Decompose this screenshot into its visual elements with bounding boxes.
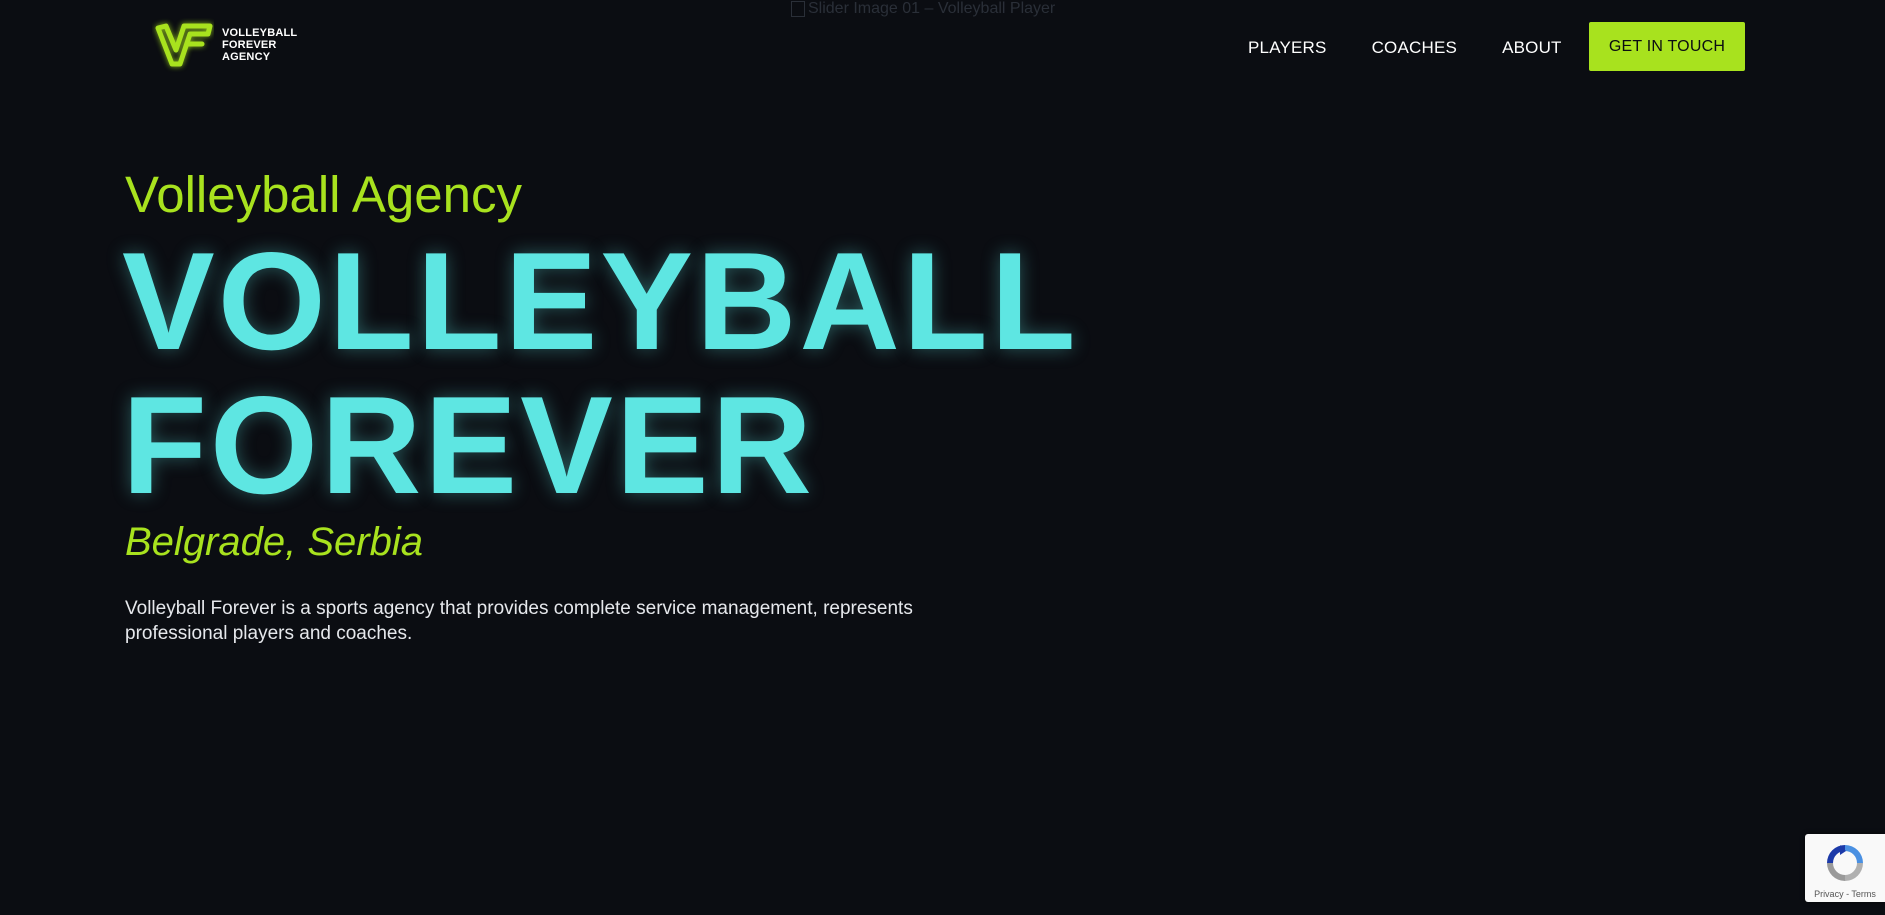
get-in-touch-button[interactable]: GET IN TOUCH xyxy=(1589,22,1745,71)
slider-image-broken: Slider Image 01 – Volleyball Player xyxy=(791,0,1055,18)
page: VOLLEYBALL FOREVER AGENCY Slider Image 0… xyxy=(0,0,1885,915)
hero-headline-line-1: VOLLEYBALL xyxy=(122,224,1079,379)
recaptcha-badge[interactable]: Privacy - Terms xyxy=(1805,834,1885,902)
vf-logo-icon xyxy=(155,23,213,67)
broken-image-icon xyxy=(791,1,805,17)
nav-item-players[interactable]: PLAYERS xyxy=(1248,38,1327,58)
nav-item-coaches[interactable]: COACHES xyxy=(1372,38,1457,58)
logo-line-3: AGENCY xyxy=(222,51,271,63)
hero-location: Belgrade, Serbia xyxy=(125,520,423,564)
logo-line-1: VOLLEYBALL xyxy=(222,27,298,39)
main-nav: PLAYERS COACHES ABOUT xyxy=(1248,38,1607,58)
recaptcha-privacy-link[interactable]: Privacy xyxy=(1814,889,1844,899)
logo-line-2: FOREVER xyxy=(222,39,277,51)
hero-headline: VOLLEYBALL FOREVER xyxy=(122,230,1079,518)
hero-eyebrow: Volleyball Agency xyxy=(125,166,522,223)
recaptcha-terms-link[interactable]: Terms xyxy=(1851,889,1876,899)
recaptcha-icon xyxy=(1827,845,1863,881)
hero-headline-line-2: FOREVER xyxy=(122,368,815,523)
slider-image-alt-text: Slider Image 01 – Volleyball Player xyxy=(808,0,1056,17)
hero-description: Volleyball Forever is a sports agency th… xyxy=(125,598,913,644)
logo-text: VOLLEYBALL FOREVER AGENCY xyxy=(222,27,297,63)
recaptcha-links: Privacy - Terms xyxy=(1805,889,1885,899)
nav-item-about[interactable]: ABOUT xyxy=(1502,38,1562,58)
site-logo[interactable]: VOLLEYBALL FOREVER AGENCY xyxy=(152,18,297,72)
